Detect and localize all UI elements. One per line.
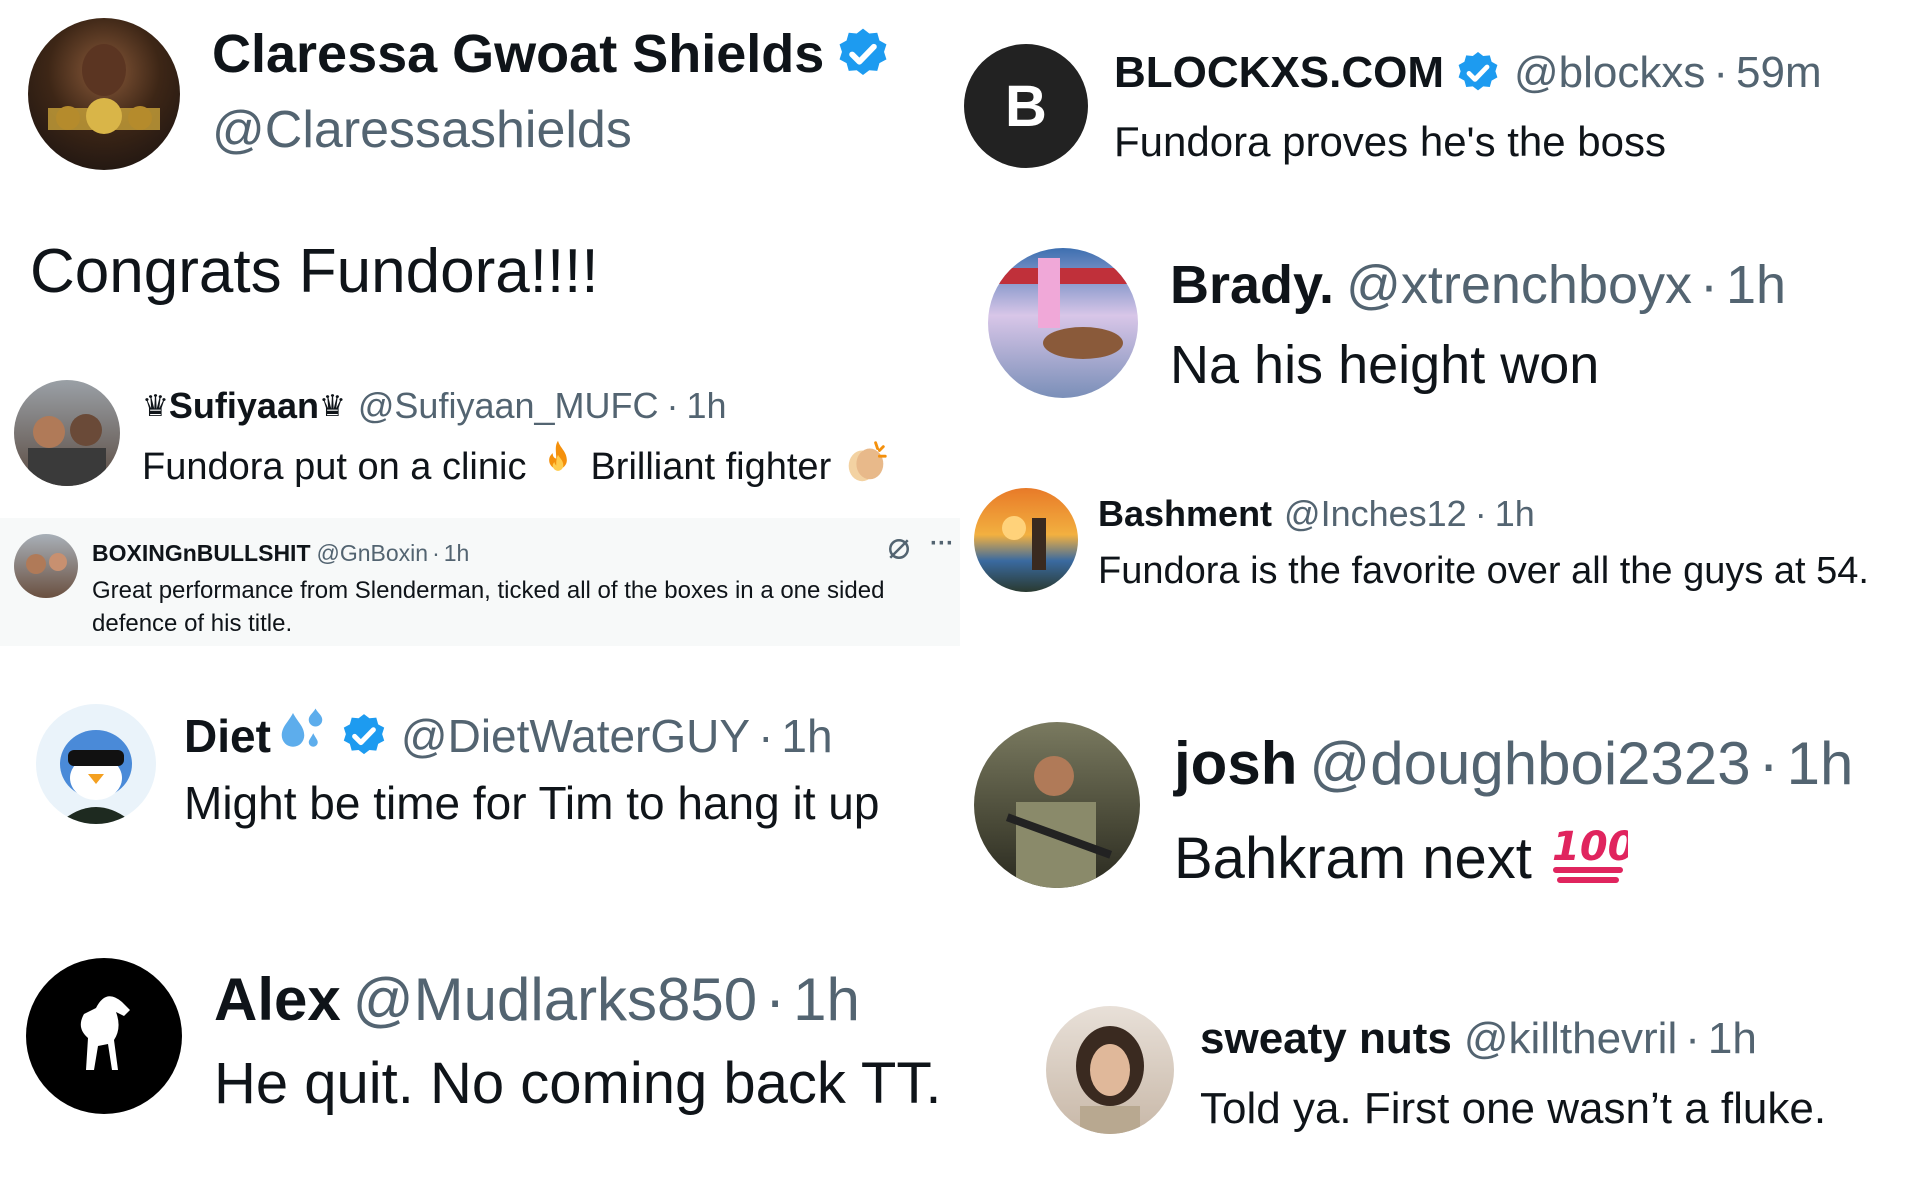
separator: · [1474, 493, 1487, 534]
username[interactable]: @killthevril [1464, 1014, 1677, 1064]
tweet-blockxs[interactable]: B BLOCKXS.COM @blockxs · 59m Fundora pro… [960, 0, 1920, 200]
white-pony-icon [80, 996, 130, 1070]
tweet-text: Brilliant fighter [590, 445, 832, 488]
tweet-text: He quit. No coming back TT. [214, 1051, 942, 1116]
avatar-image [1002, 516, 1046, 570]
tweet-text: Fundora proves he's the boss [1114, 118, 1667, 165]
username[interactable]: @blockxs [1514, 48, 1705, 98]
tweet-claressa[interactable]: Claressa Gwoat Shields @Claressashields … [0, 0, 960, 306]
avatar-image [58, 730, 134, 824]
display-name[interactable]: Brady. [1170, 254, 1334, 316]
separator: · [1700, 255, 1719, 315]
tweet-boxing[interactable]: BOXINGnBULLSHIT @GnBoxin · 1h ··· Great … [0, 518, 960, 646]
separator: · [666, 385, 679, 426]
avatar[interactable] [1046, 1006, 1174, 1134]
separator: · [432, 539, 440, 566]
separator: · [1685, 1014, 1700, 1063]
tweet-text: Congrats Fundora!!!! [30, 237, 599, 306]
timestamp[interactable]: 1h [793, 965, 860, 1034]
avatar[interactable] [36, 704, 156, 824]
timestamp[interactable]: 1h [1787, 729, 1854, 798]
tweet-text: Na his height won [1170, 335, 1600, 395]
username[interactable]: @Claressashields [212, 100, 632, 160]
timestamp[interactable]: 1h [687, 385, 727, 427]
verified-badge-icon [834, 25, 892, 83]
avatar-letter: B [1005, 73, 1047, 139]
username[interactable]: @GnBoxin [317, 540, 429, 567]
crown-icon: ♛ [318, 388, 346, 424]
avatar-image [48, 44, 160, 134]
clapping-hands-emoji-icon [841, 438, 891, 496]
timestamp[interactable]: 59m [1736, 48, 1822, 98]
display-name[interactable]: Claressa Gwoat Shields [212, 23, 824, 85]
tweet-diet[interactable]: Diet @DietWaterGUY · 1h Might be time fo… [0, 690, 960, 860]
timestamp[interactable]: 1h [444, 540, 470, 567]
avatar[interactable] [28, 18, 180, 170]
avatar-image [26, 553, 67, 574]
display-name[interactable]: BOXINGnBULLSHIT [92, 540, 311, 567]
avatar-image [1076, 1026, 1144, 1134]
username[interactable]: @Inches12 [1284, 493, 1467, 535]
grok-icon[interactable] [884, 534, 914, 569]
avatar[interactable] [988, 248, 1138, 398]
svg-text:100: 100 [1552, 824, 1628, 870]
tweet-text: Fundora is the favorite over all the guy… [1098, 550, 1869, 592]
avatar-image [28, 414, 106, 486]
avatar[interactable] [14, 534, 78, 598]
username[interactable]: @DietWaterGUY [401, 709, 750, 763]
display-name[interactable]: josh [1174, 729, 1297, 798]
tweet-text: Bahkram next [1174, 825, 1532, 891]
tweet-sweaty[interactable]: sweaty nuts @killthevril · 1h Told ya. F… [960, 1000, 1920, 1180]
timestamp[interactable]: 1h [1726, 254, 1786, 316]
fire-emoji-icon [536, 439, 580, 495]
tweet-text: Fundora put on a clinic [142, 445, 527, 488]
tweet-alex[interactable]: Alex @Mudlarks850 · 1h He quit. No comin… [0, 940, 960, 1160]
timestamp[interactable]: 1h [1495, 493, 1535, 535]
avatar[interactable] [974, 488, 1078, 592]
tweet-bashment[interactable]: Bashment @Inches12 · 1h Fundora is the f… [960, 470, 1920, 610]
separator: · [1713, 48, 1729, 97]
tweet-josh[interactable]: josh @doughboi2323 · 1h Bahkram next 100 [960, 700, 1920, 920]
crown-icon: ♛ [142, 388, 169, 424]
avatar[interactable] [14, 380, 120, 486]
tweet-brady[interactable]: Brady. @xtrenchboyx · 1h Na his height w… [960, 220, 1920, 420]
display-name[interactable]: BLOCKXS.COM [1114, 48, 1444, 98]
separator: · [758, 710, 774, 762]
username[interactable]: @xtrenchboyx [1346, 254, 1692, 316]
username[interactable]: @Mudlarks850 [353, 965, 757, 1034]
verified-badge-icon [339, 711, 389, 761]
separator: · [765, 965, 786, 1033]
display-name[interactable]: Sufiyaan [169, 385, 319, 427]
tweet-text: Might be time for Tim to hang it up [184, 777, 880, 829]
avatar[interactable]: B [964, 44, 1088, 168]
tweet-text: Told ya. First one wasn’t a fluke. [1200, 1084, 1827, 1133]
verified-badge-icon [1454, 49, 1502, 97]
avatar[interactable] [974, 722, 1140, 888]
avatar-image [988, 258, 1138, 359]
username[interactable]: @doughboi2323 [1309, 729, 1750, 798]
avatar[interactable] [26, 958, 182, 1114]
timestamp[interactable]: 1h [1708, 1014, 1757, 1064]
display-name[interactable]: Bashment [1098, 493, 1272, 535]
timestamp[interactable]: 1h [781, 709, 832, 763]
avatar-image [1005, 756, 1113, 888]
separator: · [1758, 729, 1779, 797]
tweet-collage: Claressa Gwoat Shields @Claressashields … [0, 0, 1920, 1200]
sweat-droplets-emoji-icon [275, 704, 329, 769]
display-name[interactable]: sweaty nuts [1200, 1014, 1452, 1064]
display-name[interactable]: Diet [184, 709, 271, 763]
username[interactable]: @Sufiyaan_MUFC [358, 385, 659, 427]
more-options-icon[interactable]: ··· [930, 530, 954, 558]
tweet-text: Great performance from Slenderman, ticke… [92, 577, 885, 637]
tweet-sufiyaan[interactable]: ♛ Sufiyaan ♛ @Sufiyaan_MUFC · 1h Fundora… [0, 370, 960, 510]
hundred-points-emoji-icon: 100 [1548, 816, 1635, 900]
display-name[interactable]: Alex [214, 965, 341, 1034]
